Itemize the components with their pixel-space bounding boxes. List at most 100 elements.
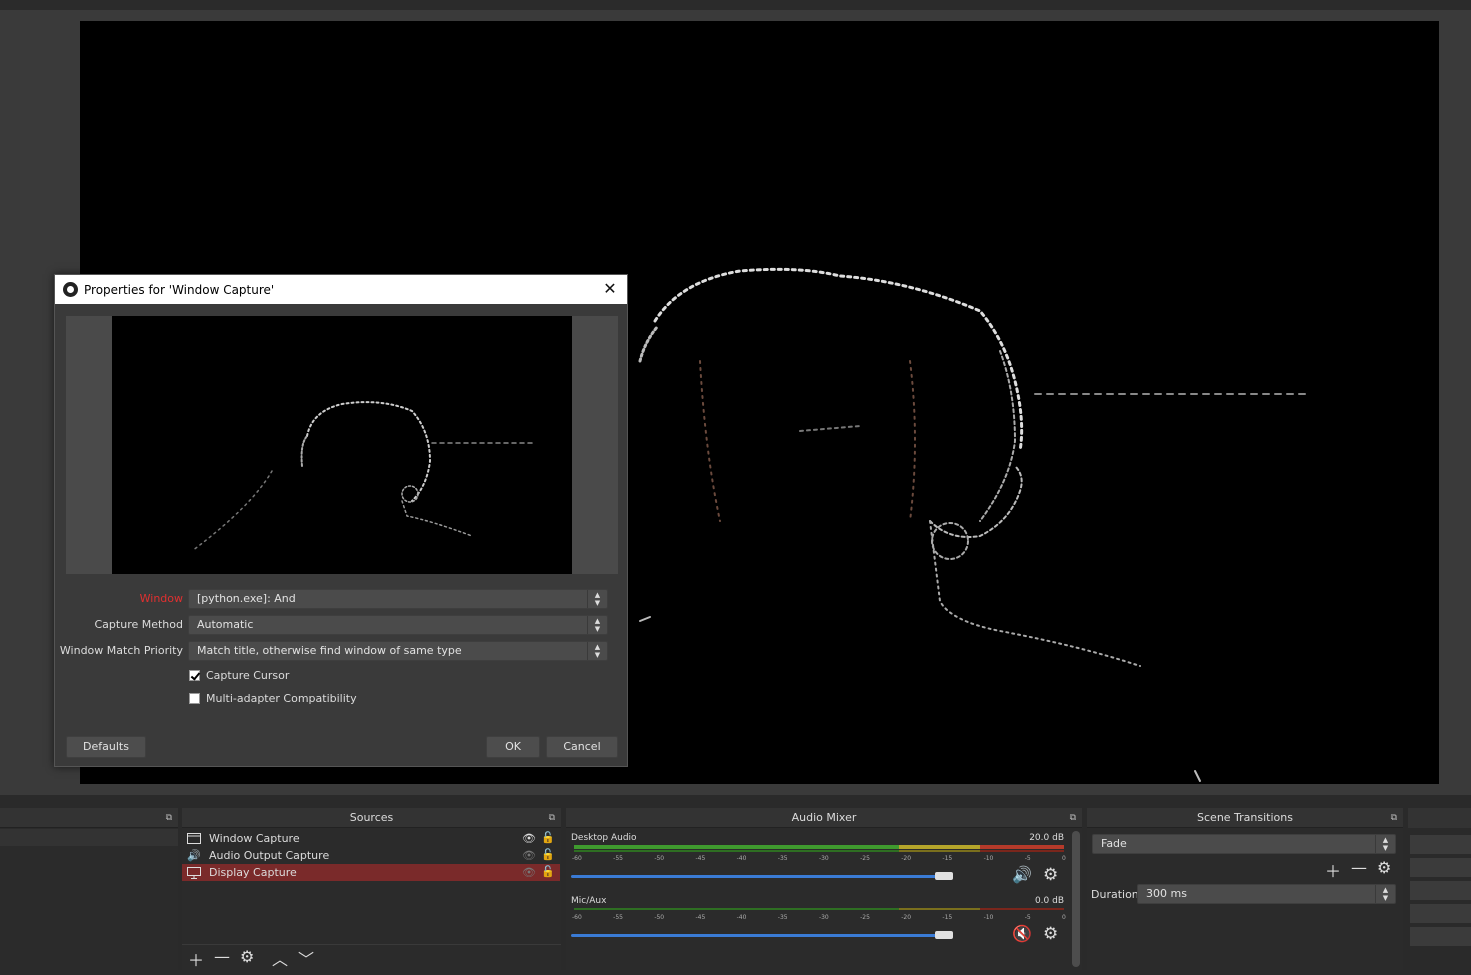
tick-label: -45 (695, 914, 706, 921)
tick-label: -15 (942, 914, 953, 921)
tick-label: -60 (572, 914, 582, 921)
float-icon[interactable]: ⧉ (1391, 808, 1397, 828)
spin-arrows-icon: ▲ ▼ (1375, 885, 1395, 903)
meter-green (574, 845, 899, 849)
capture-method-row: Capture Method Automatic ▲ ▼ (55, 615, 629, 635)
tick-label: -35 (777, 855, 788, 862)
mixer-scrollbar[interactable] (1072, 831, 1080, 967)
float-icon[interactable]: ⧉ (549, 808, 555, 828)
close-icon[interactable]: ✕ (601, 280, 619, 298)
transition-select-value: Fade (1101, 837, 1127, 850)
scene-transitions-header: Scene Transitions ⧉ (1087, 808, 1403, 828)
source-name: Window Capture (209, 832, 300, 845)
sources-dock-header: Sources ⧉ (182, 808, 561, 828)
scenes-list[interactable] (0, 829, 178, 970)
add-icon[interactable]: ＋ (1325, 858, 1341, 882)
tick-label: -5 (1024, 855, 1031, 862)
lock-icon[interactable]: 🔓 (541, 848, 555, 861)
multi-adapter-row[interactable]: Multi-adapter Compatibility (189, 690, 357, 706)
lock-icon[interactable]: 🔓 (541, 831, 555, 844)
tick-label: -50 (654, 855, 665, 862)
gear-icon[interactable]: ⚙ (1043, 865, 1058, 885)
channel-db: 0.0 dB (1034, 896, 1064, 906)
controls-button[interactable] (1410, 881, 1471, 900)
capture-method-value: Automatic (197, 618, 254, 631)
remove-icon[interactable]: — (214, 947, 230, 966)
dialog-title: Properties for 'Window Capture' (84, 282, 275, 297)
volume-slider-track[interactable] (571, 875, 944, 878)
channel-db: 20.0 dB (1029, 833, 1064, 843)
eye-icon[interactable]: 👁 (522, 832, 536, 845)
gear-icon[interactable]: ⚙ (1377, 858, 1391, 877)
gear-icon[interactable]: ⚙ (240, 947, 254, 966)
tick-label: -25 (860, 914, 870, 921)
meter-yellow (899, 908, 980, 910)
defaults-button[interactable]: Defaults (66, 736, 146, 758)
eye-hidden-icon[interactable]: 👁 (522, 849, 536, 862)
window-row: Window [python.exe]: And ▲ ▼ (55, 589, 629, 609)
audio-mixer-dock: Audio Mixer ⧉ Desktop Audio 20.0 dB -60 -… (566, 808, 1082, 970)
scene-transitions-dock: Scene Transitions ⧉ Fade ▲ ▼ ＋ — ⚙ Durati… (1087, 808, 1403, 970)
move-up-icon[interactable]: ︿ (272, 946, 288, 970)
eye-hidden-icon[interactable]: 👁 (522, 866, 536, 879)
meter-ticks: -60 -55 -50 -45 -40 -35 -30 -25 -20 -15 -10 -5 0 (572, 855, 1066, 862)
scene-transitions-body: Fade ▲ ▼ ＋ — ⚙ Duration 300 ms ▲ ▼ (1087, 829, 1403, 970)
muted-speaker-icon[interactable]: 🔇 (1012, 924, 1032, 943)
dialog-preview-image (112, 316, 572, 574)
source-item-audio-output-capture[interactable]: 🔊 Audio Output Capture 👁 🔓 (182, 847, 560, 864)
scenes-dock: ⧉ (0, 808, 178, 970)
window-match-priority-select[interactable]: Match title, otherwise find window of sa… (188, 641, 608, 661)
capture-cursor-checkbox[interactable] (189, 669, 200, 681)
controls-button[interactable] (1410, 904, 1471, 923)
window-select[interactable]: [python.exe]: And ▲ ▼ (188, 589, 608, 609)
window-select-value: [python.exe]: And (197, 592, 296, 605)
duration-label: Duration (1091, 888, 1139, 901)
move-down-icon[interactable]: ﹀ (298, 946, 314, 970)
duration-spinbox[interactable]: 300 ms ▲ ▼ (1137, 884, 1396, 904)
add-icon[interactable]: ＋ (188, 947, 204, 971)
volume-slider-handle[interactable] (935, 931, 953, 939)
sources-list: Window Capture 👁 🔓 🔊 Audio Output Captur… (182, 829, 561, 970)
combo-arrows-icon: ▲ ▼ (1375, 835, 1395, 853)
scene-transitions-title: Scene Transitions (1197, 811, 1293, 824)
transition-select[interactable]: Fade ▲ ▼ (1092, 834, 1396, 854)
gear-icon[interactable]: ⚙ (1043, 924, 1058, 944)
tick-label: -20 (901, 855, 912, 862)
tick-label: -30 (818, 855, 829, 862)
remove-icon[interactable]: — (1351, 858, 1367, 877)
capture-cursor-label: Capture Cursor (206, 668, 290, 682)
source-name: Display Capture (209, 866, 297, 879)
capture-method-select[interactable]: Automatic ▲ ▼ (188, 615, 608, 635)
lock-icon[interactable]: 🔓 (541, 865, 555, 878)
volume-slider-handle[interactable] (935, 872, 953, 880)
speaker-icon[interactable]: 🔊 (1012, 865, 1032, 884)
ok-button[interactable]: OK (486, 736, 540, 758)
controls-button[interactable] (1410, 927, 1471, 946)
tick-label: -60 (572, 855, 582, 862)
tick-label: -10 (983, 855, 994, 862)
controls-dock-header (1408, 808, 1471, 828)
controls-button[interactable] (1410, 858, 1471, 877)
controls-button[interactable] (1410, 835, 1471, 854)
window-icon (186, 833, 202, 845)
meter-red (980, 850, 1064, 852)
float-icon[interactable]: ⧉ (166, 808, 172, 828)
source-item-display-capture[interactable]: Display Capture 👁 🔓 (182, 864, 560, 881)
dialog-titlebar[interactable]: Properties for 'Window Capture' ✕ (55, 275, 627, 304)
scene-item[interactable] (0, 829, 178, 846)
volume-slider-track[interactable] (571, 934, 944, 937)
monitor-icon (186, 866, 202, 879)
multi-adapter-checkbox[interactable] (189, 692, 200, 704)
duration-value: 300 ms (1146, 887, 1187, 900)
tick-label: -55 (613, 914, 623, 921)
meter-green (574, 908, 899, 910)
meter-red (980, 908, 1064, 910)
tick-label: -35 (777, 914, 788, 921)
cancel-button[interactable]: Cancel (546, 736, 618, 758)
source-item-window-capture[interactable]: Window Capture 👁 🔓 (182, 830, 560, 847)
audio-mixer-title: Audio Mixer (791, 811, 857, 824)
tick-label: -5 (1024, 914, 1031, 921)
sources-dock: Sources ⧉ Window Capture 👁 🔓 🔊 Audio Out… (182, 808, 561, 970)
float-icon[interactable]: ⧉ (1070, 808, 1076, 828)
capture-cursor-row[interactable]: Capture Cursor (189, 667, 289, 683)
